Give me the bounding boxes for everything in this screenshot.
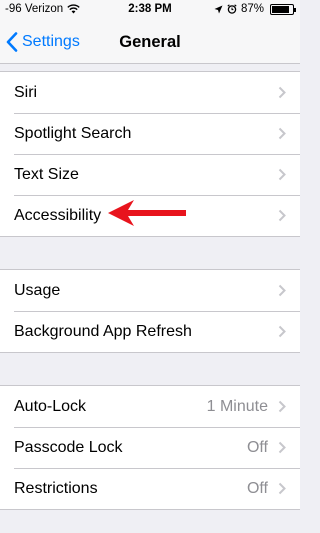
chevron-right-icon xyxy=(278,127,286,140)
status-bar: -96 Verizon 2:38 PM 87% xyxy=(0,0,300,20)
row-background-app-refresh[interactable]: Background App Refresh xyxy=(0,311,300,352)
settings-group-2: Usage Background App Refresh xyxy=(0,269,300,353)
row-auto-lock[interactable]: Auto-Lock 1 Minute xyxy=(0,386,300,427)
row-spotlight-search[interactable]: Spotlight Search xyxy=(0,113,300,154)
row-usage[interactable]: Usage xyxy=(0,270,300,311)
chevron-right-icon xyxy=(278,209,286,222)
annotation-arrow-icon xyxy=(106,199,188,232)
chevron-right-icon xyxy=(278,441,286,454)
row-label: Usage xyxy=(14,281,61,299)
row-value: 1 Minute xyxy=(206,397,268,415)
battery-percent: 87% xyxy=(240,3,264,15)
row-text-size[interactable]: Text Size xyxy=(0,154,300,195)
row-label: Background App Refresh xyxy=(14,322,192,340)
row-value: Off xyxy=(246,479,268,497)
chevron-right-icon xyxy=(278,86,286,99)
battery-fill xyxy=(272,5,289,13)
row-label: Auto-Lock xyxy=(14,397,87,415)
alarm-clock-icon xyxy=(227,4,237,14)
screen: -96 Verizon 2:38 PM 87% Settings General… xyxy=(0,0,300,533)
row-label: Restrictions xyxy=(14,479,98,497)
page-title: General xyxy=(119,33,181,51)
row-label: Text Size xyxy=(14,165,79,183)
location-arrow-icon xyxy=(214,5,223,14)
row-label: Siri xyxy=(14,83,38,101)
battery-nub xyxy=(294,7,296,12)
status-right: 87% xyxy=(214,3,296,15)
chevron-right-icon xyxy=(278,168,286,181)
chevron-right-icon xyxy=(278,400,286,413)
settings-group-3: Auto-Lock 1 Minute Passcode Lock Off Res… xyxy=(0,385,300,510)
row-label: Passcode Lock xyxy=(14,438,123,456)
chevron-right-icon xyxy=(278,325,286,338)
row-label: Spotlight Search xyxy=(14,124,132,142)
chevron-right-icon xyxy=(278,482,286,495)
battery-icon xyxy=(270,3,296,15)
navigation-bar: Settings General xyxy=(0,20,300,64)
row-restrictions[interactable]: Restrictions Off xyxy=(0,468,300,509)
chevron-right-icon xyxy=(278,284,286,297)
row-siri[interactable]: Siri xyxy=(0,72,300,113)
row-value: Off xyxy=(246,438,268,456)
row-passcode-lock[interactable]: Passcode Lock Off xyxy=(0,427,300,468)
